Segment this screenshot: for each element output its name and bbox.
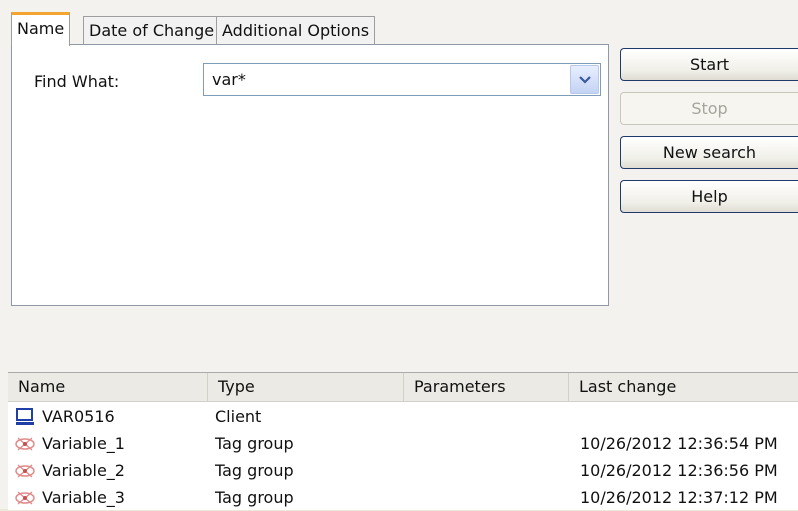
row-name: VAR0516 (42, 407, 115, 426)
find-what-input[interactable]: var* (212, 70, 246, 89)
row-last-change: 10/26/2012 12:36:54 PM (580, 434, 778, 453)
row-type: Tag group (215, 488, 294, 507)
row-type: Tag group (215, 461, 294, 480)
table-row[interactable]: Variable_2 Tag group 10/26/2012 12:36:56… (8, 457, 798, 484)
chevron-down-icon (579, 76, 591, 84)
column-header-last-change[interactable]: Last change (569, 373, 798, 401)
row-name: Variable_2 (42, 461, 125, 480)
column-header-type[interactable]: Type (208, 373, 404, 401)
tab-name[interactable]: Name (11, 12, 71, 46)
table-row[interactable]: Variable_1 Tag group 10/26/2012 12:36:54… (8, 430, 798, 457)
row-last-change: 10/26/2012 12:37:12 PM (580, 488, 778, 507)
table-row[interactable]: VAR0516 Client (8, 403, 798, 430)
results-list: Name Type Parameters Last change VAR0516… (8, 372, 798, 510)
help-button[interactable]: Help (620, 180, 798, 213)
column-header-name[interactable]: Name (8, 373, 208, 401)
row-last-change: 10/26/2012 12:36:56 PM (580, 461, 778, 480)
client-monitor-icon (16, 408, 34, 425)
results-header: Name Type Parameters Last change (8, 373, 798, 402)
row-type: Client (215, 407, 262, 426)
new-search-button[interactable]: New search (620, 136, 798, 169)
column-header-parameters[interactable]: Parameters (404, 373, 569, 401)
name-tab-panel: Find What: var* (11, 44, 609, 306)
tag-group-icon (15, 464, 35, 478)
start-button[interactable]: Start (620, 48, 798, 81)
search-dialog: Date of Change Additional Options Name F… (0, 0, 798, 510)
find-what-combobox[interactable]: var* (203, 63, 601, 96)
row-name: Variable_1 (42, 434, 125, 453)
find-what-label: Find What: (34, 72, 120, 91)
tab-date-of-change[interactable]: Date of Change (83, 16, 221, 44)
row-type: Tag group (215, 434, 294, 453)
tag-group-icon (15, 491, 35, 505)
table-row[interactable]: Variable_3 Tag group 10/26/2012 12:37:12… (8, 484, 798, 511)
dropdown-button[interactable] (570, 65, 599, 94)
stop-button[interactable]: Stop (620, 92, 798, 125)
tab-additional-options[interactable]: Additional Options (216, 16, 376, 44)
row-name: Variable_3 (42, 488, 125, 507)
tag-group-icon (15, 437, 35, 451)
